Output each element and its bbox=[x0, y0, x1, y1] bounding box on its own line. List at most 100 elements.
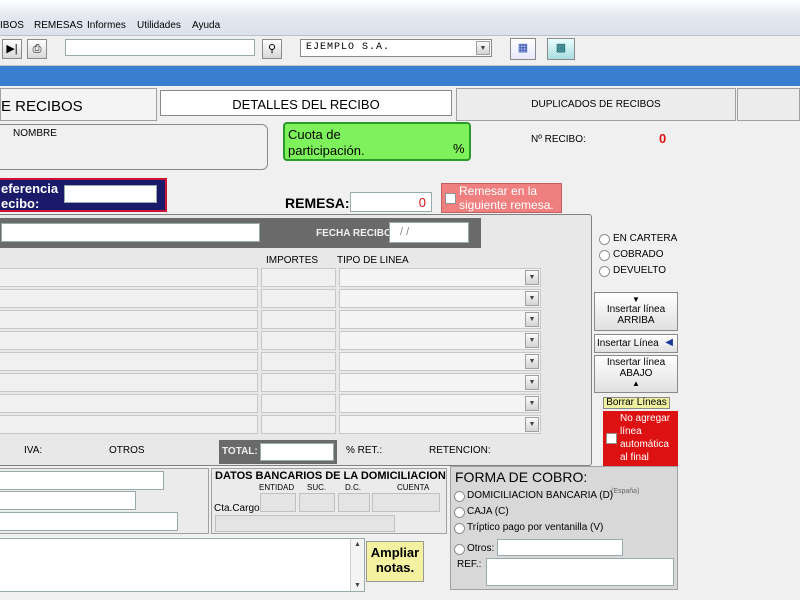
line-importe-cell[interactable] bbox=[261, 331, 336, 350]
chevron-down-icon: ▼ bbox=[525, 270, 539, 285]
search-button[interactable]: ⚲ bbox=[262, 39, 282, 59]
total-box: TOTAL: bbox=[219, 440, 337, 464]
line-importe-cell[interactable] bbox=[261, 268, 336, 287]
line-tipo-select[interactable]: ▼ bbox=[339, 373, 541, 392]
no-agregar-checkbox[interactable] bbox=[606, 433, 617, 444]
cta-cargo-field[interactable] bbox=[215, 515, 395, 532]
borrar-lineas-button[interactable]: Borrar Líneas bbox=[603, 397, 670, 409]
entidad-field[interactable] bbox=[260, 493, 296, 512]
insert-below-button[interactable]: Insertar línea ABAJO ▲ bbox=[594, 355, 678, 393]
line-concepto-cell[interactable] bbox=[0, 289, 258, 308]
nrecibo-value: 0 bbox=[659, 131, 667, 146]
print-button[interactable]: ⎙ bbox=[27, 39, 47, 59]
line-importe-cell[interactable] bbox=[261, 373, 336, 392]
menu-ayuda[interactable]: Ayuda bbox=[192, 20, 220, 31]
line-concepto-cell[interactable] bbox=[0, 352, 258, 371]
line-importe-cell[interactable] bbox=[261, 310, 336, 329]
cobro-triptico: Tríptico pago por ventanilla (V) bbox=[467, 522, 604, 533]
line-tipo-select[interactable]: ▼ bbox=[339, 268, 541, 287]
address-field-3[interactable] bbox=[0, 512, 178, 531]
cuenta-field[interactable] bbox=[372, 493, 440, 512]
skip-end-icon: ▶| bbox=[6, 43, 18, 55]
tab-recibos-label: E RECIBOS bbox=[1, 98, 83, 115]
ref-field[interactable] bbox=[486, 558, 674, 586]
cobro-caja: CAJA (C) bbox=[467, 506, 509, 517]
remesar-checkbox[interactable] bbox=[445, 193, 456, 204]
address-field-2[interactable] bbox=[0, 491, 136, 510]
remesar-line1: Remesar en la bbox=[459, 184, 538, 198]
no-agregar-3: automática bbox=[620, 439, 669, 450]
line-importe-cell[interactable] bbox=[261, 394, 336, 413]
line-tipo-select[interactable]: ▼ bbox=[339, 289, 541, 308]
remesa-field[interactable]: 0 bbox=[350, 192, 432, 212]
otros-field[interactable] bbox=[497, 539, 623, 556]
radio-cobrado[interactable] bbox=[599, 250, 610, 261]
concepto-field[interactable] bbox=[1, 223, 260, 242]
calculator-button[interactable]: ▩ bbox=[547, 38, 575, 60]
notes-textarea[interactable]: ▲ ▼ bbox=[0, 538, 365, 592]
company-select[interactable]: EJEMPLO S.A. ▼ bbox=[300, 39, 492, 57]
line-concepto-cell[interactable] bbox=[0, 331, 258, 350]
iva-label: IVA: bbox=[24, 445, 43, 456]
suc-field[interactable] bbox=[299, 493, 335, 512]
notes-scrollbar[interactable]: ▲ ▼ bbox=[350, 539, 364, 591]
line-tipo-select[interactable]: ▼ bbox=[339, 394, 541, 413]
line-importe-cell[interactable] bbox=[261, 415, 336, 434]
tab-detalles[interactable]: DETALLES DEL RECIBO bbox=[160, 90, 452, 116]
binoculars-icon: ⚲ bbox=[267, 43, 277, 55]
search-field[interactable] bbox=[65, 39, 255, 56]
chevron-down-icon: ▼ bbox=[525, 375, 539, 390]
referencia-input[interactable] bbox=[64, 185, 157, 203]
line-concepto-cell[interactable] bbox=[0, 415, 258, 434]
radio-otros[interactable] bbox=[454, 544, 465, 555]
no-agregar-option[interactable]: No agregar línea automática al final bbox=[603, 411, 678, 466]
retencion-label: RETENCION: bbox=[429, 445, 491, 456]
insert-line-button[interactable]: Insertar Línea ◀ bbox=[594, 334, 678, 353]
chevron-down-icon: ▼ bbox=[476, 41, 490, 55]
radio-cartera[interactable] bbox=[599, 234, 610, 245]
insert-below-line2: ABAJO bbox=[619, 368, 653, 379]
menu-informes[interactable]: Informes bbox=[87, 20, 126, 31]
remesar-option[interactable]: Remesar en la siguiente remesa. bbox=[441, 183, 562, 213]
line-tipo-select[interactable]: ▼ bbox=[339, 331, 541, 350]
remesar-line2: siguiente remesa. bbox=[459, 198, 554, 212]
line-tipo-select[interactable]: ▼ bbox=[339, 415, 541, 434]
dc-label: D.C. bbox=[345, 483, 361, 492]
tab-extra[interactable] bbox=[737, 88, 800, 121]
calculator-doc-button[interactable]: ▦ bbox=[510, 38, 536, 60]
insert-above-line1: Insertar línea bbox=[606, 304, 666, 315]
radio-devuelto[interactable] bbox=[599, 266, 610, 277]
radio-triptico[interactable] bbox=[454, 523, 465, 534]
calculator-icon: ▩ bbox=[555, 42, 567, 54]
status-cobrado: COBRADO bbox=[613, 249, 664, 260]
radio-caja[interactable] bbox=[454, 507, 465, 518]
menu-recibos[interactable]: IBOS bbox=[0, 20, 24, 31]
line-importe-cell[interactable] bbox=[261, 289, 336, 308]
dc-field[interactable] bbox=[338, 493, 370, 512]
line-concepto-cell[interactable] bbox=[0, 268, 258, 287]
lines-header-bar: FECHA RECIBO / / bbox=[0, 218, 481, 248]
otros-label: OTROS bbox=[109, 445, 145, 456]
ampliar-notas-button[interactable]: Ampliar notas. bbox=[366, 541, 424, 582]
fecha-field[interactable]: / / bbox=[389, 222, 469, 243]
status-cartera: EN CARTERA bbox=[613, 233, 678, 244]
line-importe-cell[interactable] bbox=[261, 352, 336, 371]
line-concepto-cell[interactable] bbox=[0, 373, 258, 392]
line-tipo-select[interactable]: ▼ bbox=[339, 352, 541, 371]
menu-utilidades[interactable]: Utilidades bbox=[137, 20, 181, 31]
menu-remesas[interactable]: REMESAS bbox=[34, 20, 83, 31]
line-concepto-cell[interactable] bbox=[0, 394, 258, 413]
insert-below-line1: Insertar línea bbox=[606, 357, 666, 368]
tab-recibos[interactable]: E RECIBOS bbox=[0, 88, 157, 121]
line-tipo-select[interactable]: ▼ bbox=[339, 310, 541, 329]
tab-duplicados[interactable]: DUPLICADOS DE RECIBOS bbox=[456, 88, 736, 121]
last-record-button[interactable]: ▶| bbox=[2, 39, 22, 59]
line-concepto-cell[interactable] bbox=[0, 310, 258, 329]
total-field[interactable] bbox=[260, 443, 334, 461]
triangle-up-icon: ▲ bbox=[632, 379, 640, 388]
chevron-down-icon: ▼ bbox=[525, 312, 539, 327]
radio-domiciliacion[interactable] bbox=[454, 491, 465, 502]
insert-above-button[interactable]: ▼ Insertar línea ARRIBA bbox=[594, 292, 678, 331]
menu-bar: IBOS REMESAS Informes Utilidades Ayuda bbox=[0, 0, 800, 36]
address-field-1[interactable] bbox=[0, 471, 164, 490]
